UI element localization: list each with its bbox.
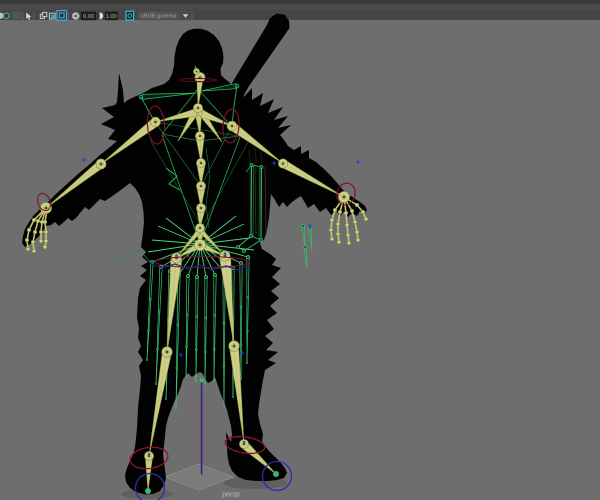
- svg-text:sRGB gamma: sRGB gamma: [141, 14, 178, 20]
- svg-text:1.00: 1.00: [106, 14, 117, 20]
- svg-text:0.00: 0.00: [83, 14, 94, 20]
- svg-text:persp: persp: [222, 492, 240, 499]
